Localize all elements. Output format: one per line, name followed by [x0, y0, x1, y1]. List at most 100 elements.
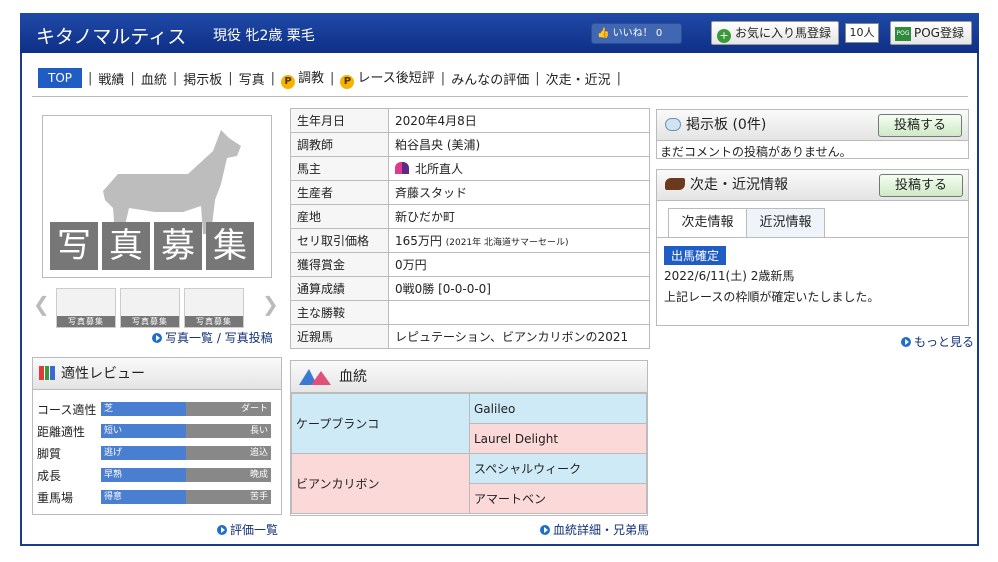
nav-divider: [32, 96, 968, 97]
tab-photos[interactable]: 写真: [239, 69, 265, 88]
aptitude-left: 得意: [101, 490, 186, 504]
info-key: 産地: [290, 204, 389, 229]
aptitude-right: ダート: [240, 404, 268, 414]
sire-sire-link[interactable]: Galileo: [469, 393, 647, 424]
pedigree-detail-label: 血統詳細・兄弟馬: [553, 523, 650, 537]
tab-race-comment[interactable]: P レース後短評: [340, 67, 435, 89]
info-row: 通算成績 0戦0勝 [0-0-0-0]: [290, 276, 650, 301]
aptitude-bar: 短い 長い: [101, 424, 271, 438]
tab-next-race[interactable]: 次走・近況: [546, 69, 611, 88]
board-post-button[interactable]: 投稿する: [878, 114, 962, 137]
info-row: 生産者 斉藤スタッド: [290, 180, 650, 205]
nav-separator: |: [330, 70, 335, 86]
next-race-panel: 次走・近況情報 投稿する 次走情報 近況情報 出馬確定 2022/6/11(土)…: [656, 169, 969, 326]
tab-recent-info[interactable]: 近況情報: [746, 208, 825, 238]
aptitude-header: 適性レビュー: [33, 358, 281, 390]
arrow-circle-icon: [152, 333, 162, 343]
nav-separator: |: [616, 70, 621, 86]
horse-status: 現役 牝2歳 栗毛: [213, 28, 315, 44]
sire-dam-link[interactable]: Laurel Delight: [469, 423, 647, 454]
trainer-link[interactable]: 粕谷昌央 (美浦): [388, 132, 650, 157]
photo-wanted-label: 写 真 募 集: [50, 222, 258, 270]
aptitude-label: 重馬場: [37, 491, 74, 505]
aptitude-row: 距離適性 短い 長い: [37, 423, 277, 439]
thumbnail[interactable]: 写真募集: [56, 288, 116, 328]
info-key: 主な勝鞍: [290, 300, 389, 325]
premium-icon: P: [340, 75, 355, 89]
chevron-right-icon[interactable]: ❯: [262, 292, 279, 316]
tab-divider: [657, 237, 968, 238]
speech-bubble-icon: [665, 118, 681, 131]
pog-label: POG登録: [914, 26, 964, 40]
chevron-left-icon[interactable]: ❮: [33, 292, 50, 316]
sire-link[interactable]: ケープブランコ: [291, 393, 470, 454]
aptitude-label: コース適性: [37, 403, 97, 417]
breeder-link[interactable]: 斉藤スタッド: [388, 180, 650, 205]
like-count: 0: [655, 28, 663, 39]
thumbnail-label: 写真募集: [121, 316, 179, 327]
next-race-date[interactable]: 2022/6/11(土) 2歳新馬: [664, 267, 794, 284]
thumbs-up-icon: 👍: [597, 28, 610, 39]
tab-training-label: 調教: [298, 71, 325, 86]
aptitude-bar: 得意 苦手: [101, 490, 271, 504]
aptitude-label: 成長: [37, 469, 62, 483]
dam-sire-link[interactable]: スペシャルウィーク: [469, 453, 647, 484]
photo-label-char: 募: [154, 222, 202, 270]
tab-training[interactable]: P 調教: [281, 67, 324, 89]
info-value: [388, 300, 650, 325]
nav-separator: |: [270, 70, 276, 86]
nav-separator: |: [228, 70, 233, 86]
info-key: セリ取引価格: [290, 228, 389, 253]
pog-icon: POG: [895, 26, 911, 41]
horse-header: キタノマルティス 現役 牝2歳 栗毛 👍 いいね！ 0 + お気に入り馬登録 10…: [20, 13, 979, 53]
aptitude-bar: 芝 ダート: [101, 402, 271, 416]
nav-separator: |: [535, 70, 540, 86]
relatives-links[interactable]: レピュテーション、ビアンカリボンの2021: [388, 324, 650, 349]
photo-thumbnails: ❮ 写真募集 写真募集 写真募集 ❯: [32, 286, 282, 328]
next-race-title: 次走・近況情報: [690, 177, 788, 193]
like-button[interactable]: 👍 いいね！ 0: [591, 23, 682, 44]
photo-label-char: 真: [102, 222, 150, 270]
pedigree-icon: [299, 369, 331, 385]
thumbnail[interactable]: 写真募集: [184, 288, 244, 328]
info-value: 2020年4月8日: [388, 108, 650, 133]
photo-label-char: 集: [206, 222, 254, 270]
info-row: 生年月日 2020年4月8日: [290, 108, 650, 133]
dam-dam-link[interactable]: アマートベン: [469, 483, 647, 514]
aptitude-row: 重馬場 得意 苦手: [37, 489, 277, 505]
photo-label-char: 写: [50, 222, 98, 270]
more-link[interactable]: もっと見る: [901, 333, 974, 350]
aptitude-row: コース適性芝 ダート: [37, 401, 277, 417]
tab-pedigree[interactable]: 血統: [141, 69, 167, 88]
thumbnail[interactable]: 写真募集: [120, 288, 180, 328]
nav-separator: |: [88, 70, 93, 86]
tab-results[interactable]: 戦績: [98, 69, 124, 88]
pedigree-detail-link[interactable]: 血統詳細・兄弟馬: [540, 521, 649, 538]
owner-silks-icon: [395, 162, 409, 174]
tab-next-info[interactable]: 次走情報: [668, 208, 747, 238]
info-row: 近親馬 レピュテーション、ビアンカリボンの2021: [290, 324, 650, 349]
favorite-button[interactable]: + お気に入り馬登録: [711, 21, 839, 45]
next-race-tabs: 次走情報 近況情報: [668, 208, 825, 238]
board-panel: 掲示板 (0件) 投稿する まだコメントの投稿がありません。: [656, 109, 969, 159]
thumbnail-label: 写真募集: [185, 316, 243, 327]
aptitude-label: 脚質: [37, 447, 62, 461]
nav-separator: |: [172, 70, 178, 86]
review-list-link[interactable]: 評価一覧: [217, 521, 278, 538]
photo-links[interactable]: 写真一覧 / 写真投稿: [152, 329, 273, 346]
board-message: まだコメントの投稿がありません。: [660, 145, 852, 159]
horse-photo-placeholder[interactable]: 写 真 募 集: [42, 115, 272, 278]
tab-board[interactable]: 掲示板: [183, 69, 222, 88]
galloping-horse-icon: [665, 178, 685, 190]
tab-top[interactable]: TOP: [38, 68, 83, 88]
next-race-post-button[interactable]: 投稿する: [879, 174, 963, 197]
aptitude-left: 芝: [101, 402, 186, 416]
aptitude-row: 脚質 逃げ 追込: [37, 445, 277, 461]
pog-button[interactable]: POG POG登録: [890, 21, 972, 45]
dam-link[interactable]: ビアンカリボン: [291, 453, 470, 514]
tab-reviews[interactable]: みんなの評価: [451, 69, 529, 88]
info-value: 0万円: [388, 252, 650, 277]
aptitude-right: 晩成: [249, 470, 268, 480]
owner-cell[interactable]: 北所直人: [388, 156, 650, 181]
like-label: いいね！: [612, 28, 653, 39]
